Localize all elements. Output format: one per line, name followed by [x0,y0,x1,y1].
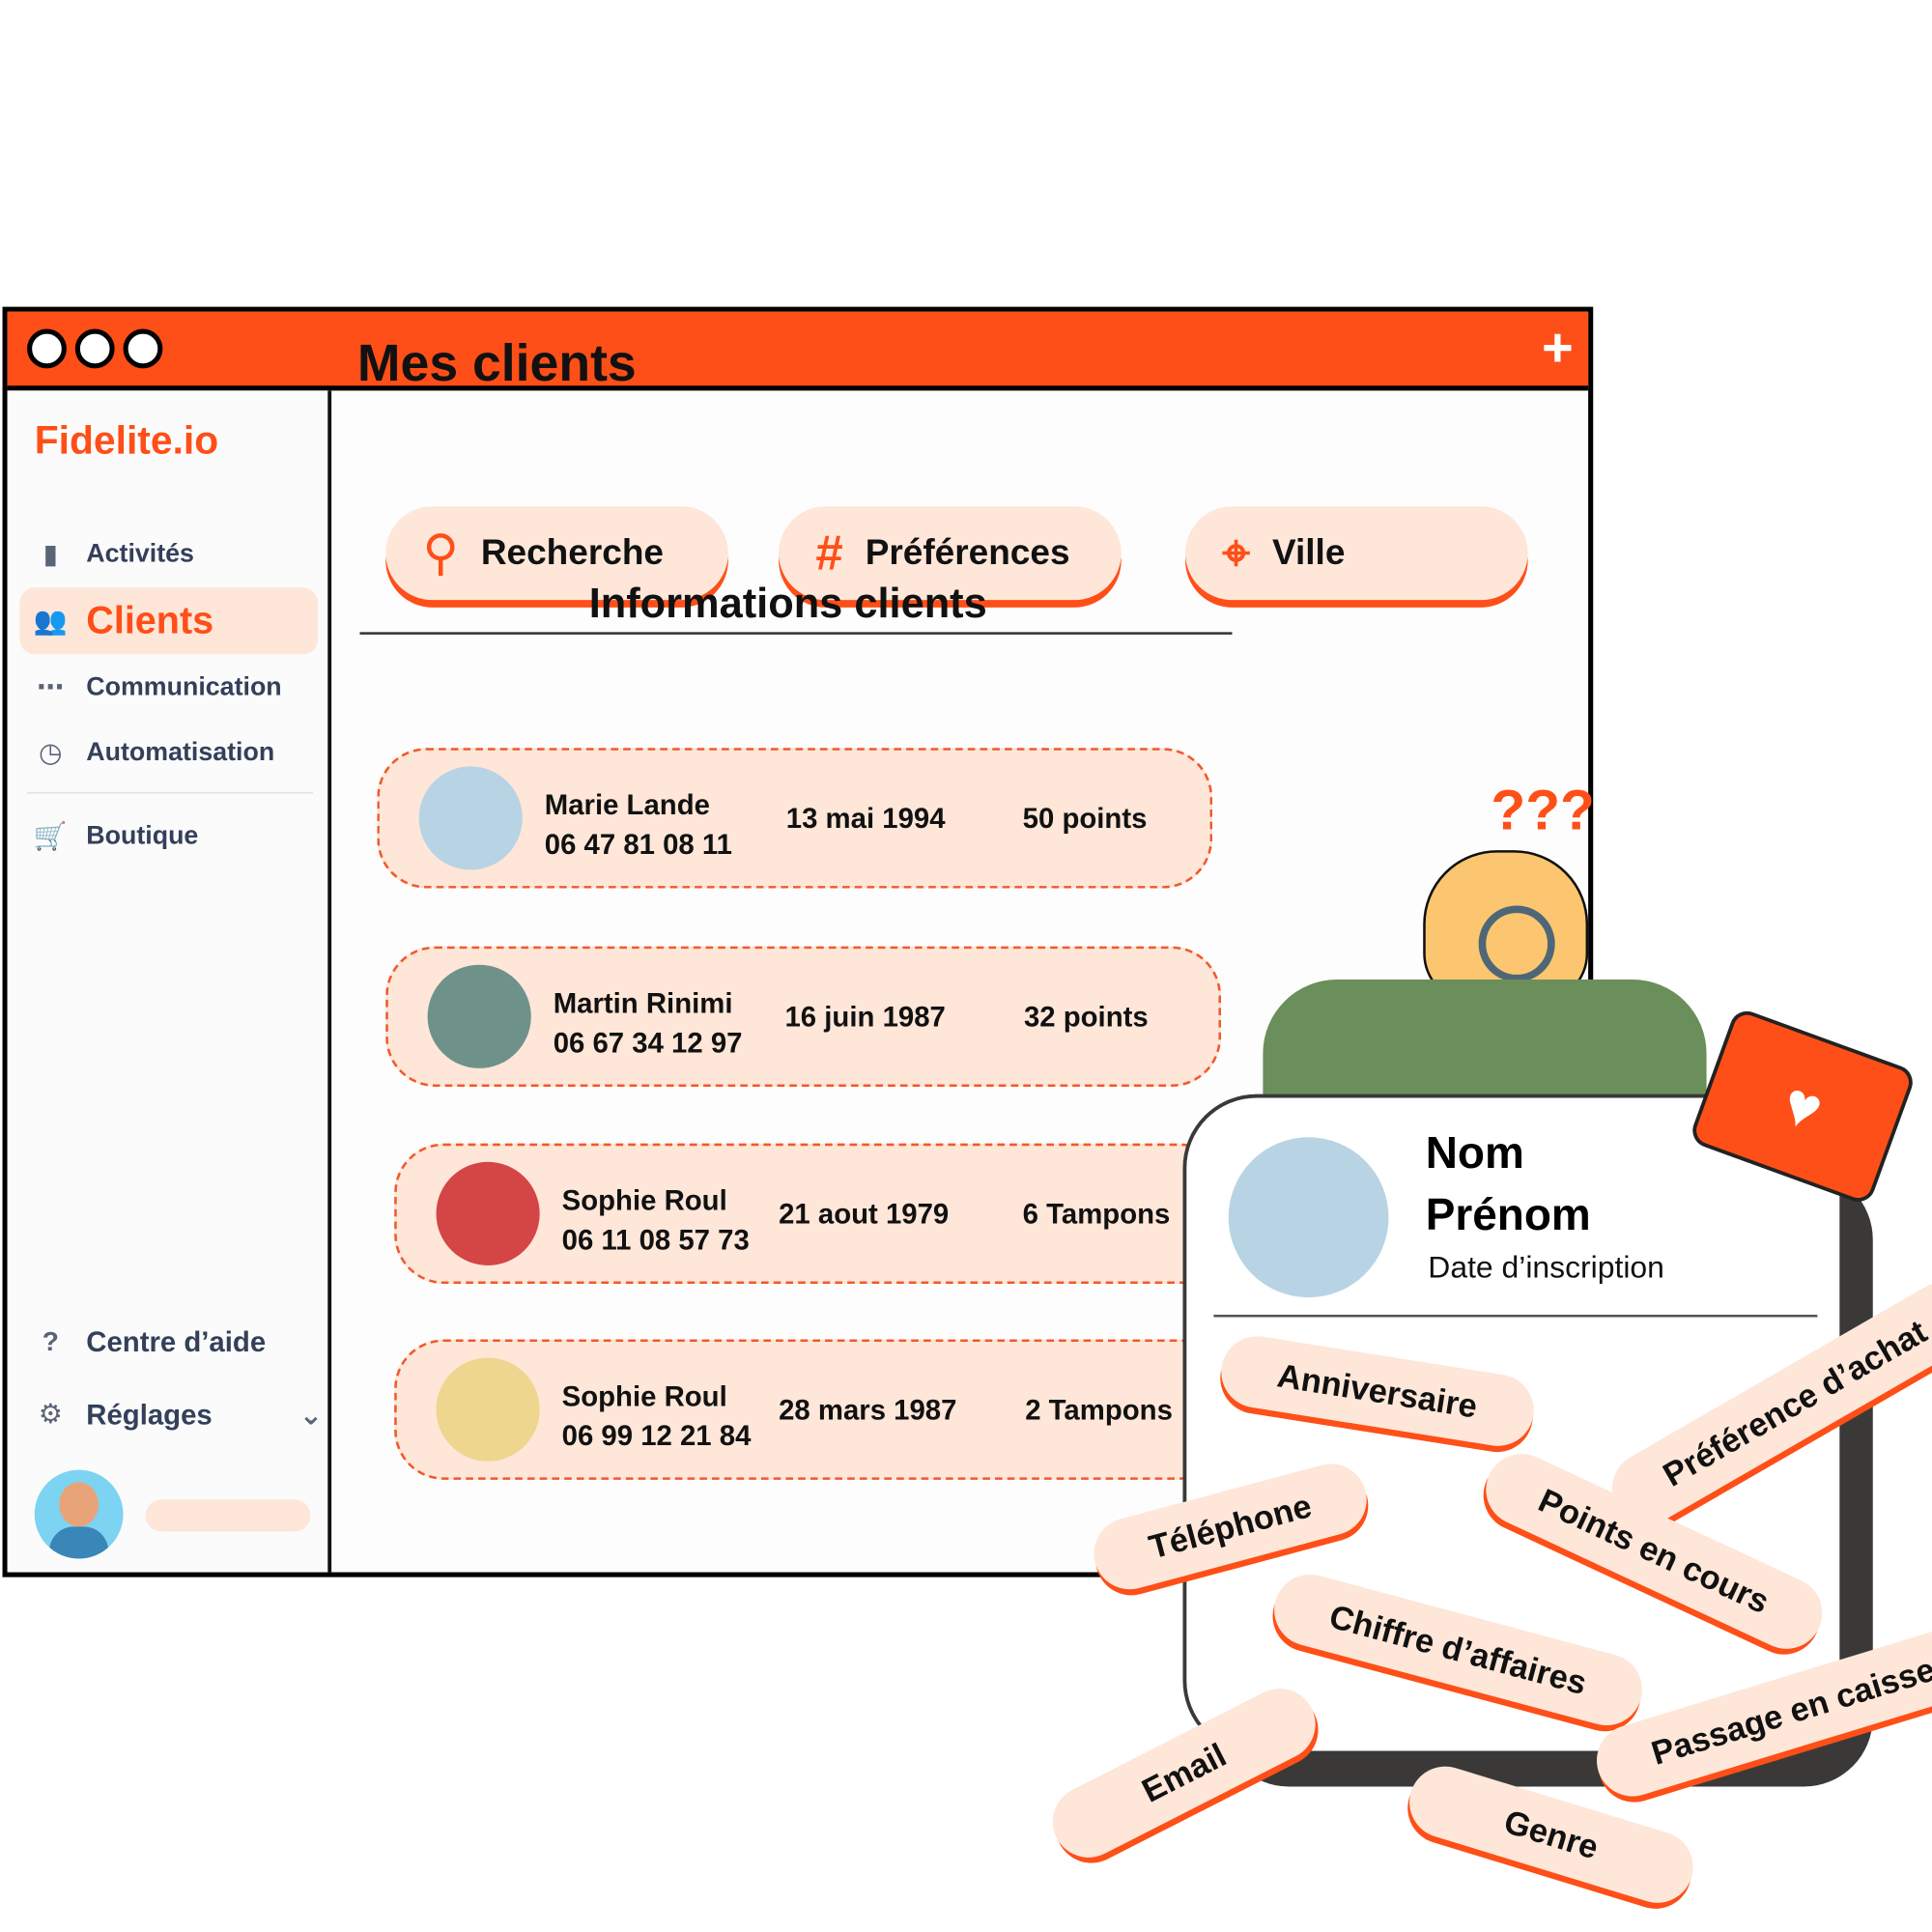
sidebar-item-label: Activités [86,539,194,569]
help-center-link[interactable]: ? Centre d’aide [32,1314,266,1371]
title-bar: + [7,311,1589,391]
client-row[interactable]: Marie Lande 06 47 81 08 11 13 mai 1994 50… [377,748,1213,889]
sidebar-item-label: Communication [86,672,282,701]
client-birthdate: 13 mai 1994 [785,802,946,835]
filter-ville-button[interactable]: ⌖ Ville [1185,506,1528,601]
profile-date: Date d’inscription [1428,1250,1664,1286]
client-row[interactable]: Sophie Roul 06 11 08 57 73 21 aout 1979 6… [394,1143,1230,1285]
sidebar: Fidelite.io ▮ Activités 👥 Clients ⋯ Comm… [7,390,332,1573]
clock-icon: ◷ [39,736,63,768]
client-name: Marie Lande [544,788,710,821]
window-control-close[interactable] [27,328,67,369]
client-balance: 32 points [1023,1000,1149,1033]
sidebar-item-automatisation[interactable]: ◷ Automatisation [32,724,274,781]
profile-avatar [1228,1137,1389,1298]
client-phone: 06 67 34 12 97 [553,1026,743,1059]
client-phone: 06 11 08 57 73 [561,1223,750,1256]
settings-label: Réglages [86,1398,213,1431]
plant-illustration [1263,980,1707,1103]
sidebar-item-label: Boutique [86,821,199,851]
message-icon: ⋯ [37,671,65,703]
sidebar-item-label: Clients [86,598,214,642]
magnifier-icon [1478,905,1555,982]
help-icon: ? [42,1325,59,1357]
client-phone: 06 47 81 08 11 [544,828,732,861]
profile-prenom: Prénom [1425,1188,1591,1240]
question-marks: ??? [1491,777,1595,842]
cart-icon: 🛒 [33,820,68,852]
page-title: Mes clients [356,333,637,392]
client-birthdate: 21 aout 1979 [779,1197,950,1230]
search-icon: ⚲ [422,526,459,581]
users-icon: 👥 [33,605,68,637]
filter-label: Ville [1271,532,1346,573]
logo: Fidelite.io [34,417,219,463]
client-row[interactable]: Martin Rinimi 06 67 34 12 97 16 juin 1987… [385,946,1222,1087]
filter-label: Recherche [480,532,664,573]
section-divider [359,632,1233,635]
client-avatar [436,1161,540,1265]
client-balance: 6 Tampons [1022,1197,1171,1230]
client-balance: 2 Tampons [1025,1393,1173,1426]
client-birthdate: 16 juin 1987 [784,1000,946,1033]
sidebar-item-activites[interactable]: ▮ Activités [32,526,194,583]
window-control-minimize[interactable] [74,328,115,369]
client-balance: 50 points [1022,802,1148,835]
profile-nom: Nom [1425,1127,1524,1179]
sidebar-item-clients[interactable]: 👥 Clients [19,587,319,655]
settings-menu[interactable]: ⚙ Réglages ⌄ [32,1386,323,1443]
user-name-placeholder [145,1499,311,1532]
divider [27,792,313,794]
client-name: Martin Rinimi [553,986,733,1019]
client-name: Sophie Roul [561,1183,727,1216]
section-title: Informations clients [588,580,987,628]
gear-icon: ⚙ [38,1398,63,1430]
window-control-maximize[interactable] [123,328,163,369]
location-pin-icon: ⌖ [1222,526,1251,581]
sidebar-item-boutique[interactable]: 🛒 Boutique [32,809,199,866]
client-phone: 06 99 12 21 84 [561,1419,752,1452]
client-name: Sophie Roul [561,1379,727,1412]
chevron-down-icon: ⌄ [298,1398,324,1431]
filter-label: Préférences [865,532,1070,573]
sidebar-item-label: Automatisation [86,738,275,767]
new-tab-button[interactable]: + [1542,321,1574,376]
client-avatar [427,964,531,1068]
client-avatar [418,766,523,870]
profile-divider [1213,1314,1818,1318]
sidebar-item-communication[interactable]: ⋯ Communication [32,659,282,716]
client-row[interactable]: Sophie Roul 06 99 12 21 84 28 mars 1987 2… [394,1339,1230,1480]
client-avatar [436,1357,540,1462]
bar-chart-icon: ▮ [43,538,59,570]
hashtag-icon: # [815,526,843,581]
help-label: Centre d’aide [86,1324,267,1357]
user-avatar[interactable] [34,1469,124,1559]
client-birthdate: 28 mars 1987 [779,1393,957,1426]
